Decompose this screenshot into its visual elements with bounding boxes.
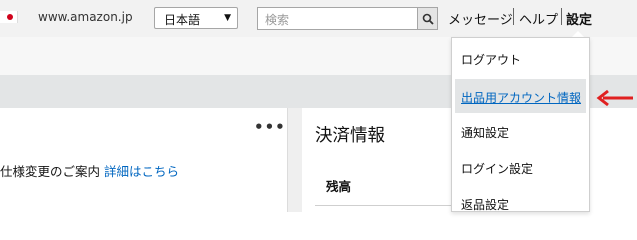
red-arrow-icon <box>596 89 633 107</box>
language-select[interactable]: 日本語 ▼ <box>154 7 238 29</box>
menu-item-notification-settings[interactable]: 通知設定 <box>461 124 509 141</box>
flag-icon <box>0 11 18 23</box>
menu-item-logout[interactable]: ログアウト <box>461 51 521 68</box>
marketplace-domain: www.amazon.jp <box>38 10 133 24</box>
messages-link[interactable]: メッセージ <box>448 9 513 28</box>
balance-label: 残高 <box>326 179 352 194</box>
help-link[interactable]: ヘルプ <box>519 9 558 28</box>
notice-line: 仕様変更のご案内 詳細はこちら <box>0 161 179 180</box>
column-gutter <box>288 108 302 212</box>
more-options-icon[interactable]: ••• <box>254 118 286 136</box>
divider <box>315 205 455 206</box>
menu-item-login-settings[interactable]: ログイン設定 <box>461 160 533 177</box>
nav-divider <box>513 8 514 25</box>
menu-item-return-settings[interactable]: 返品設定 <box>461 196 509 213</box>
search-icon <box>422 13 434 25</box>
chevron-down-icon: ▼ <box>224 13 231 23</box>
news-widget <box>0 108 288 212</box>
nav-divider <box>561 8 562 25</box>
notice-details-link[interactable]: 詳細はこちら <box>104 164 179 179</box>
search-input[interactable]: 検索 <box>257 7 417 30</box>
search-button[interactable] <box>417 7 438 30</box>
language-select-value: 日本語 <box>164 13 201 27</box>
menu-item-seller-account-info[interactable]: 出品用アカウント情報 <box>461 89 581 106</box>
payment-title: 決済情報 <box>315 126 385 146</box>
notice-text: 仕様変更のご案内 <box>0 164 101 179</box>
settings-link[interactable]: 設定 <box>566 9 592 28</box>
